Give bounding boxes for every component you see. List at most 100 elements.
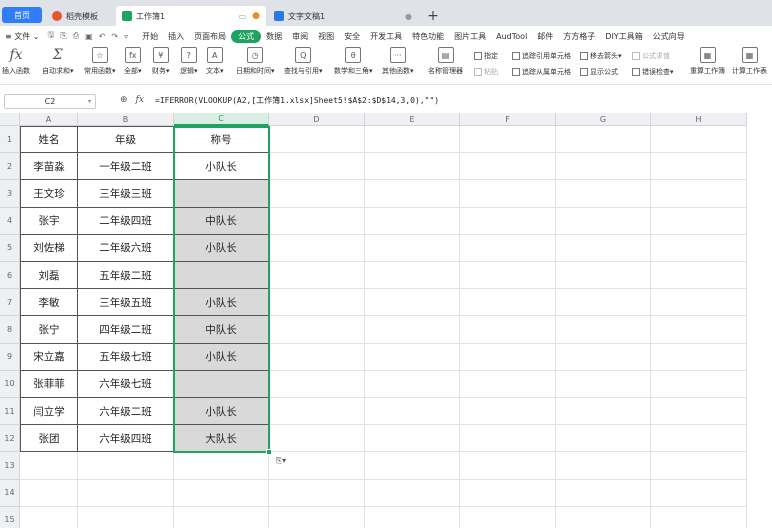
paste-button[interactable]: 粘贴	[474, 67, 498, 77]
grid-cell[interactable]	[651, 479, 747, 507]
menu-item[interactable]: 公式	[231, 29, 262, 43]
grid-cell[interactable]: 二年级六班	[78, 234, 174, 262]
grid-cell[interactable]	[460, 262, 556, 290]
row-header[interactable]: 7	[0, 289, 20, 317]
row-header[interactable]: 5	[0, 234, 20, 262]
grid-cell[interactable]	[651, 370, 747, 398]
grid-cell[interactable]: 五年级二班	[78, 262, 174, 290]
tab-document[interactable]: 文字文稿1 ●	[268, 6, 418, 26]
grid-cell[interactable]: 三年级三班	[78, 180, 174, 208]
row-header[interactable]: 2	[0, 153, 20, 181]
column-header[interactable]: E	[365, 113, 460, 126]
grid-cell[interactable]	[460, 370, 556, 398]
grid-cell[interactable]: 六年级七班	[78, 370, 174, 398]
grid-cell[interactable]: 四年级二班	[78, 316, 174, 344]
grid-cell[interactable]	[460, 289, 556, 317]
ribbon-button[interactable]: ☆ 常用函数▾	[84, 47, 116, 76]
row-header[interactable]: 3	[0, 180, 20, 208]
grid-cell[interactable]	[365, 506, 460, 528]
grid-cell[interactable]	[20, 452, 78, 480]
grid-cell[interactable]	[651, 234, 747, 262]
grid-cell[interactable]	[365, 153, 460, 181]
menu-item[interactable]: 审阅	[287, 31, 313, 42]
chevron-down-icon[interactable]: ▾	[88, 98, 91, 105]
redo-icon[interactable]: ↷	[108, 32, 121, 41]
formula-input[interactable]: =IFERROR(VLOOKUP(A2,[工作簿1.xlsx]Sheet5!$A…	[155, 95, 439, 106]
grid-cell[interactable]	[174, 262, 269, 290]
grid-cell[interactable]	[556, 398, 651, 426]
row-header[interactable]: 11	[0, 398, 20, 426]
trace-dependents-button[interactable]: 追踪从属单元格	[512, 67, 571, 77]
grid-cell[interactable]: 李敏	[20, 289, 78, 317]
grid-cell[interactable]	[269, 262, 365, 290]
grid-cell[interactable]: 二年级四班	[78, 207, 174, 235]
menu-file[interactable]: ≡ 文件 ⌄	[0, 31, 45, 42]
grid-cell[interactable]: 称号	[174, 126, 269, 154]
grid-cell[interactable]	[174, 370, 269, 398]
ribbon-button[interactable]: A 文本▾	[206, 47, 224, 76]
grid-cell[interactable]: 宋立嘉	[20, 343, 78, 371]
grid-cell[interactable]: 小队长	[174, 234, 269, 262]
grid-cell[interactable]	[269, 479, 365, 507]
grid-cell[interactable]	[460, 398, 556, 426]
grid-cell[interactable]: 刘佐梯	[20, 234, 78, 262]
column-header[interactable]: A	[20, 113, 78, 126]
formula-evaluate-button[interactable]: 公式求值	[632, 51, 670, 61]
grid-cell[interactable]: 六年级二班	[78, 398, 174, 426]
grid-cell[interactable]	[460, 425, 556, 453]
grid-cell[interactable]	[556, 180, 651, 208]
menu-item[interactable]: AudTool	[491, 32, 532, 41]
grid-cell[interactable]: 闫立学	[20, 398, 78, 426]
grid-cell[interactable]	[556, 126, 651, 154]
grid-cell[interactable]	[556, 289, 651, 317]
row-header[interactable]: 13	[0, 452, 20, 480]
menu-item[interactable]: DIY工具箱	[600, 31, 647, 42]
grid-cell[interactable]	[78, 479, 174, 507]
ribbon-button[interactable]: ··· 其他函数▾	[382, 47, 414, 76]
grid-cell[interactable]: 中队长	[174, 316, 269, 344]
grid-cell[interactable]	[460, 343, 556, 371]
grid-cell[interactable]	[20, 506, 78, 528]
grid-cell[interactable]: 六年级四班	[78, 425, 174, 453]
column-header[interactable]: D	[269, 113, 365, 126]
menu-item[interactable]: 插入	[163, 31, 189, 42]
menu-item[interactable]: 方方格子	[558, 31, 600, 42]
grid-cell[interactable]	[556, 370, 651, 398]
grid-cell[interactable]	[174, 180, 269, 208]
grid-cell[interactable]	[365, 370, 460, 398]
grid-cell[interactable]	[651, 425, 747, 453]
customize-icon[interactable]: ▿	[121, 32, 131, 41]
ribbon-button[interactable]: fx 插入函数	[2, 47, 30, 76]
grid-cell[interactable]	[556, 452, 651, 480]
menu-item[interactable]: 特色功能	[407, 31, 449, 42]
ribbon-button[interactable]: ◷ 日期和时间▾	[236, 47, 275, 76]
grid-cell[interactable]	[365, 234, 460, 262]
grid-cell[interactable]	[460, 316, 556, 344]
print-preview-icon[interactable]: ▣	[82, 32, 96, 41]
undo-icon[interactable]: ↶	[96, 32, 109, 41]
select-all-corner[interactable]	[0, 113, 20, 126]
designate-button[interactable]: 指定	[474, 51, 498, 61]
grid-cell[interactable]: 大队长	[174, 425, 269, 453]
ribbon-button[interactable]: θ 数学和三角▾	[334, 47, 373, 76]
format-painter-icon[interactable]: ⎘	[57, 31, 69, 41]
grid-cell[interactable]: 张宁	[20, 316, 78, 344]
menu-item[interactable]: 图片工具	[449, 31, 491, 42]
grid-cell[interactable]	[365, 452, 460, 480]
grid-cell[interactable]	[460, 180, 556, 208]
grid-cell[interactable]	[269, 425, 365, 453]
grid-cell[interactable]: 年级	[78, 126, 174, 154]
ribbon-button[interactable]: ▦ 重算工作簿	[690, 47, 725, 76]
menu-item[interactable]: 安全	[339, 31, 365, 42]
row-header[interactable]: 12	[0, 425, 20, 453]
grid-cell[interactable]: 王文珍	[20, 180, 78, 208]
grid-cell[interactable]	[556, 479, 651, 507]
grid-cell[interactable]	[269, 234, 365, 262]
grid-cell[interactable]	[460, 153, 556, 181]
grid-cell[interactable]: 刘磊	[20, 262, 78, 290]
fx-icon[interactable]: fx	[136, 95, 144, 105]
grid-cell[interactable]: 李苗淼	[20, 153, 78, 181]
column-header[interactable]: B	[78, 113, 174, 126]
grid-cell[interactable]	[174, 452, 269, 480]
grid-cell[interactable]	[365, 262, 460, 290]
